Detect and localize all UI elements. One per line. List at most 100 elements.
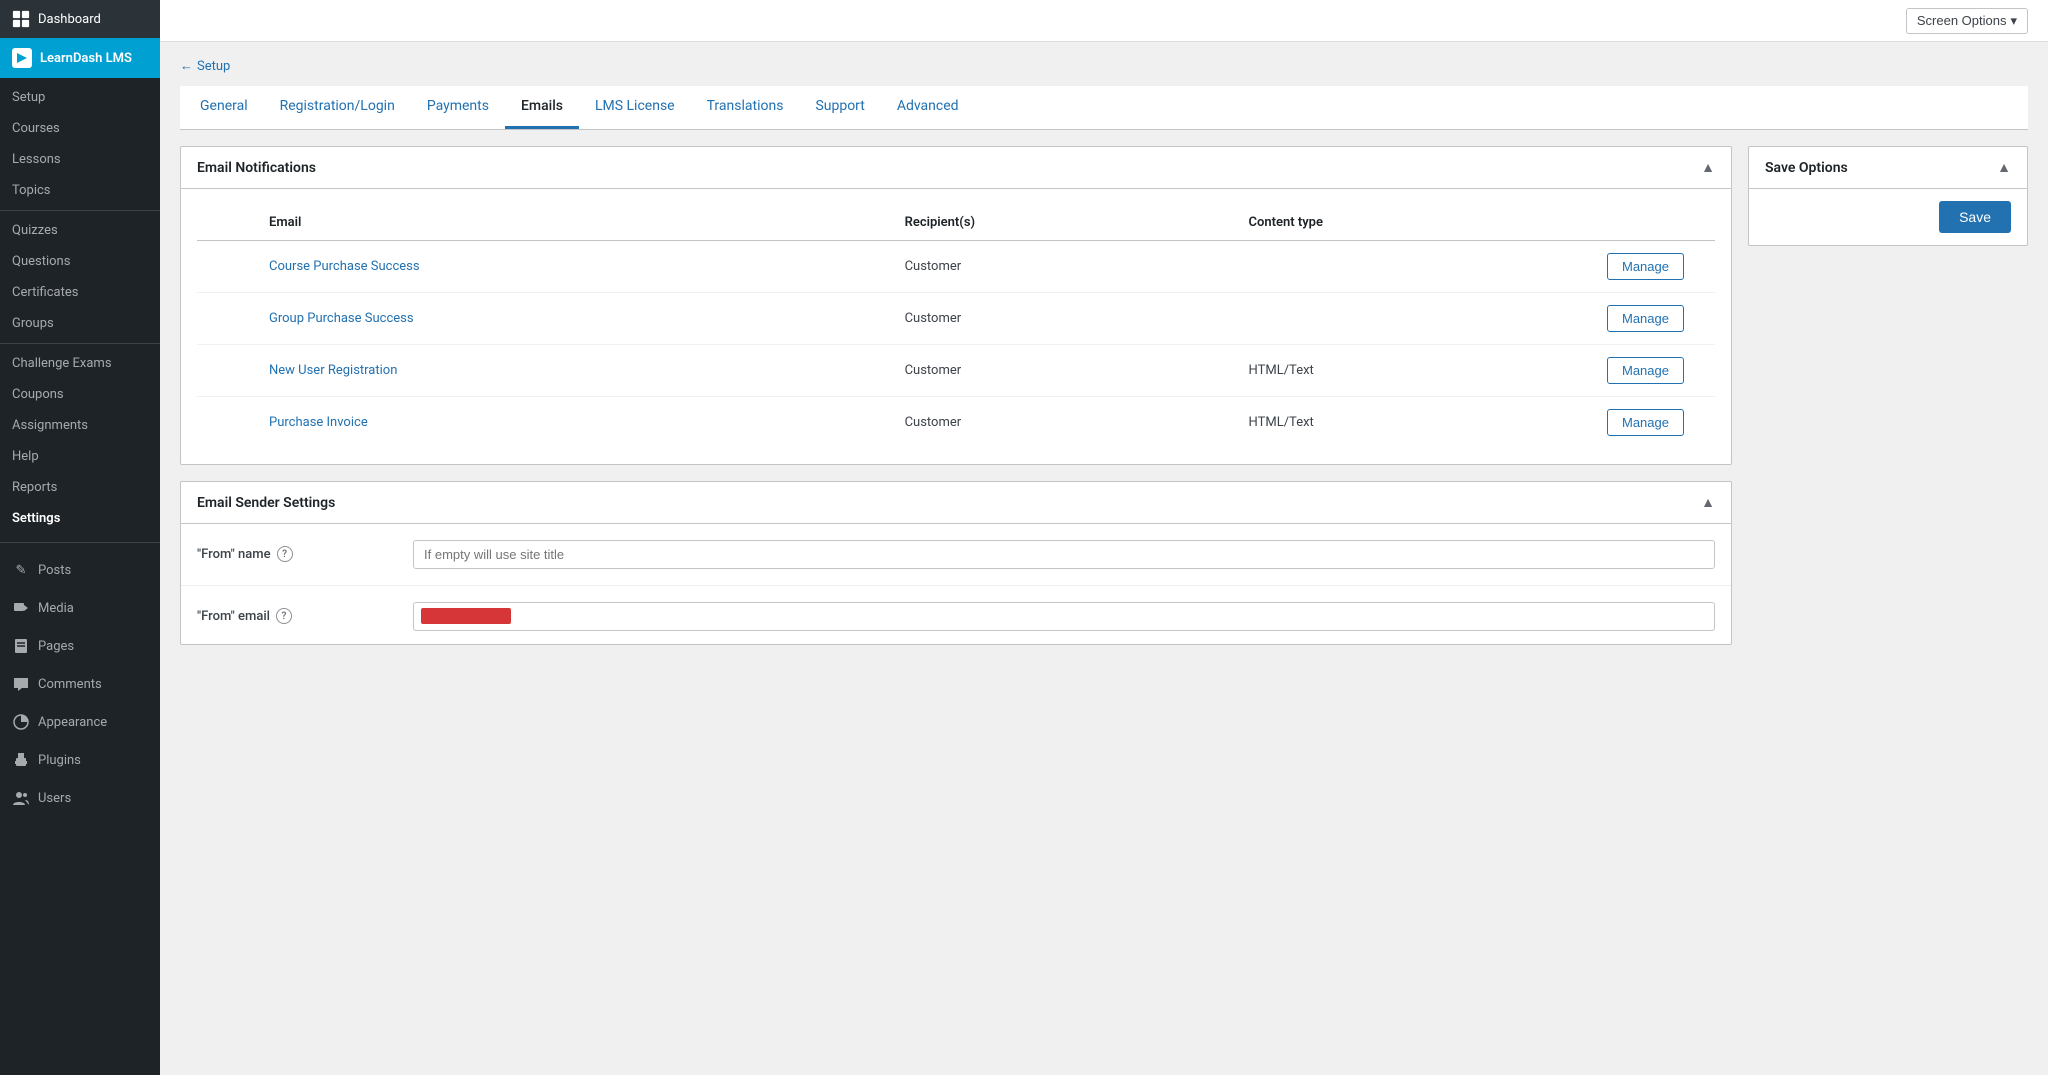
sidebar-item-pages[interactable]: Pages <box>0 627 160 665</box>
from-name-input-col <box>413 540 1715 569</box>
content-area: ← Setup General Registration/Login Payme… <box>160 42 2048 1075</box>
table-row: New User Registration Customer HTML/Text… <box>197 345 1715 397</box>
tab-emails[interactable]: Emails <box>505 86 579 129</box>
from-name-row: "From" name ? <box>181 524 1731 586</box>
content-type-cell-1 <box>1237 293 1596 345</box>
recipients-cell-3: Customer <box>893 397 1237 449</box>
toggle-col-header <box>197 205 257 241</box>
sidebar-item-comments[interactable]: Comments <box>0 665 160 703</box>
email-link-3[interactable]: Purchase Invoice <box>269 415 368 430</box>
manage-button-2[interactable]: Manage <box>1607 357 1684 384</box>
save-options-title: Save Options <box>1765 160 1848 176</box>
tab-advanced[interactable]: Advanced <box>881 86 975 129</box>
sidebar-divider-1 <box>0 210 160 211</box>
appearance-icon <box>12 713 30 731</box>
sidebar-learndash-header[interactable]: LearnDash LMS <box>0 38 160 78</box>
sidebar-wp-items: ✎ Posts Media Pages Comments Appearanc <box>0 547 160 821</box>
email-link-2[interactable]: New User Registration <box>269 363 397 378</box>
main-panels: Email Notifications ▲ Email Recipient(s)… <box>180 146 1732 645</box>
save-options-body: Save <box>1749 189 2027 245</box>
manage-button-1[interactable]: Manage <box>1607 305 1684 332</box>
tab-lms-license[interactable]: LMS License <box>579 86 691 129</box>
save-options-header: Save Options ▲ <box>1749 147 2027 189</box>
sidebar-divider-wp <box>0 542 160 543</box>
sidebar-item-reports[interactable]: Reports <box>0 472 160 503</box>
sidebar-media-label: Media <box>38 601 74 616</box>
save-options-collapse-icon[interactable]: ▲ <box>1997 159 2011 176</box>
sidebar-item-appearance[interactable]: Appearance <box>0 703 160 741</box>
sidebar-item-lessons[interactable]: Lessons <box>0 144 160 175</box>
manage-cell-0: Manage <box>1595 241 1715 293</box>
top-bar: Screen Options ▾ <box>160 0 2048 42</box>
email-sender-collapse-icon[interactable]: ▲ <box>1701 494 1715 511</box>
sidebar-item-groups[interactable]: Groups <box>0 308 160 339</box>
sidebar-pages-label: Pages <box>38 639 74 654</box>
tab-general[interactable]: General <box>184 86 264 129</box>
email-table: Email Recipient(s) Content type <box>197 205 1715 448</box>
manage-button-0[interactable]: Manage <box>1607 253 1684 280</box>
save-options-panel: Save Options ▲ Save <box>1748 146 2028 246</box>
save-button[interactable]: Save <box>1939 201 2011 233</box>
tab-registration-login[interactable]: Registration/Login <box>264 86 411 129</box>
manage-button-3[interactable]: Manage <box>1607 409 1684 436</box>
sidebar-item-label: Dashboard <box>38 12 101 27</box>
manage-cell-1: Manage <box>1595 293 1715 345</box>
content-type-cell-3: HTML/Text <box>1237 397 1596 449</box>
sidebar-item-certificates[interactable]: Certificates <box>0 277 160 308</box>
email-link-1[interactable]: Group Purchase Success <box>269 311 414 326</box>
from-email-help-icon[interactable]: ? <box>276 608 292 624</box>
sidebar-learndash-label: LearnDash LMS <box>40 51 132 66</box>
sidebar-item-topics[interactable]: Topics <box>0 175 160 206</box>
toggle-cell-0 <box>197 241 257 293</box>
breadcrumb: ← Setup <box>180 58 2028 74</box>
email-notifications-panel: Email Notifications ▲ Email Recipient(s)… <box>180 146 1732 465</box>
screen-options-button[interactable]: Screen Options ▾ <box>1906 8 2028 34</box>
content-type-cell-0 <box>1237 241 1596 293</box>
sidebar-appearance-label: Appearance <box>38 715 107 730</box>
sidebar: Dashboard LearnDash LMS Setup Courses Le… <box>0 0 160 1075</box>
users-icon <box>12 789 30 807</box>
from-name-input[interactable] <box>413 540 1715 569</box>
learndash-icon <box>12 48 32 68</box>
posts-icon: ✎ <box>12 561 30 579</box>
from-name-label: "From" name ? <box>197 540 397 562</box>
sidebar-item-help[interactable]: Help <box>0 441 160 472</box>
email-link-0[interactable]: Course Purchase Success <box>269 259 420 274</box>
sidebar-item-quizzes[interactable]: Quizzes <box>0 215 160 246</box>
sidebar-item-dashboard[interactable]: Dashboard <box>0 0 160 38</box>
sidebar-item-media[interactable]: Media <box>0 589 160 627</box>
tab-translations[interactable]: Translations <box>691 86 800 129</box>
content-type-col-header: Content type <box>1237 205 1596 241</box>
sidebar-users-label: Users <box>38 791 71 806</box>
toggle-cell-3 <box>197 397 257 449</box>
breadcrumb-link[interactable]: Setup <box>197 59 230 74</box>
email-name-cell-1: Group Purchase Success <box>257 293 893 345</box>
sidebar-item-coupons[interactable]: Coupons <box>0 379 160 410</box>
email-sender-title: Email Sender Settings <box>197 495 335 511</box>
sidebar-item-settings[interactable]: Settings <box>0 503 160 534</box>
sidebar-item-posts[interactable]: ✎ Posts <box>0 551 160 589</box>
sidebar-learndash-items: Setup Courses Lessons Topics Quizzes Que… <box>0 78 160 538</box>
sidebar-item-assignments[interactable]: Assignments <box>0 410 160 441</box>
sidebar-posts-label: Posts <box>38 563 71 578</box>
sidebar-item-users[interactable]: Users <box>0 779 160 817</box>
sidebar-item-courses[interactable]: Courses <box>0 113 160 144</box>
sidebar-item-setup[interactable]: Setup <box>0 82 160 113</box>
manage-col-header <box>1595 205 1715 241</box>
toggle-cell-1 <box>197 293 257 345</box>
toggle-cell-2 <box>197 345 257 397</box>
sidebar-item-questions[interactable]: Questions <box>0 246 160 277</box>
sidebar-item-challenge-exams[interactable]: Challenge Exams <box>0 348 160 379</box>
sidebar-item-plugins[interactable]: Plugins <box>0 741 160 779</box>
tab-payments[interactable]: Payments <box>411 86 505 129</box>
sidebar-comments-label: Comments <box>38 677 102 692</box>
tabs-bar: General Registration/Login Payments Emai… <box>180 86 2028 130</box>
from-email-row: "From" email ? <box>181 586 1731 644</box>
from-email-input[interactable] <box>413 602 1715 631</box>
collapse-icon[interactable]: ▲ <box>1701 159 1715 176</box>
breadcrumb-arrow: ← <box>180 58 193 74</box>
email-col-header: Email <box>257 205 893 241</box>
main-content: Screen Options ▾ ← Setup General Registr… <box>160 0 2048 1075</box>
from-name-help-icon[interactable]: ? <box>277 546 293 562</box>
tab-support[interactable]: Support <box>799 86 880 129</box>
